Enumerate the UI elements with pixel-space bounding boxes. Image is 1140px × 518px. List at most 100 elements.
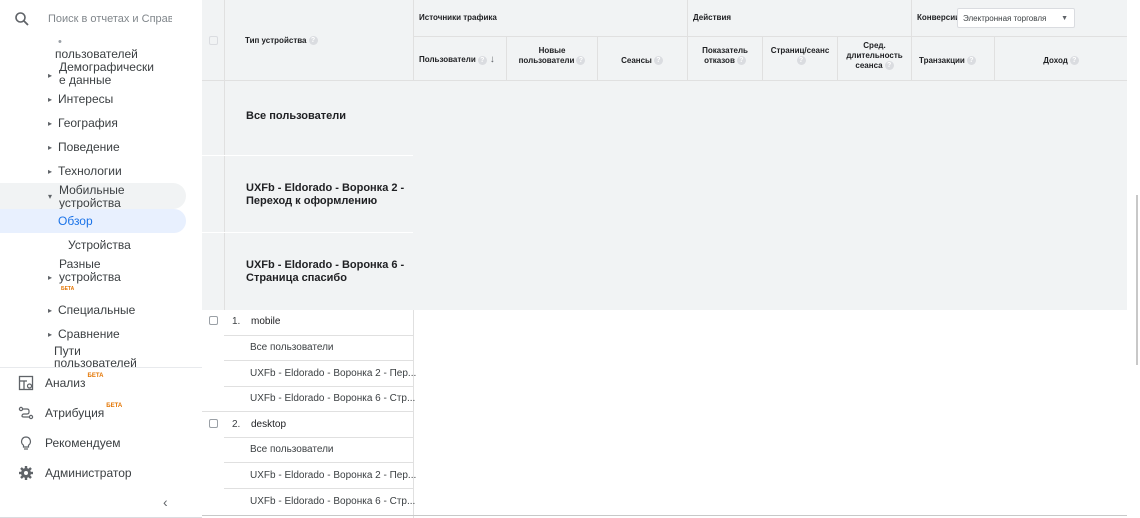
help-icon[interactable]: ? <box>576 56 586 66</box>
nav-analysis-label: Анализ <box>45 376 86 390</box>
divider <box>224 386 413 387</box>
sidebar-item-benchmarking[interactable]: ▸ Сравнение <box>0 325 186 343</box>
help-icon[interactable]: ? <box>308 36 318 46</box>
sidebar-item-geo[interactable]: ▸ География <box>0 114 186 132</box>
col-new-users[interactable]: Новые пользователи? <box>507 46 597 66</box>
col-revenue[interactable]: Доход? <box>995 56 1127 66</box>
row-checkbox[interactable] <box>209 419 218 428</box>
sidebar-item-demographics[interactable]: ▸ Демографически е данные <box>0 60 186 88</box>
help-icon[interactable]: ? <box>736 56 746 66</box>
divider <box>413 36 1127 37</box>
row-segment-label: UXFb - Eldorado - Воронка 6 - Стр... <box>250 496 416 507</box>
nav-recommendations[interactable]: Рекомендуем <box>0 427 202 457</box>
search-icon[interactable] <box>14 11 30 27</box>
sidebar-item-interests[interactable]: ▸ Интересы <box>0 90 186 108</box>
dimension-header[interactable]: Тип устройства? <box>245 36 318 46</box>
divider <box>202 155 413 156</box>
row-segment-label: UXFb - Eldorado - Воронка 2 - Пер... <box>250 470 417 481</box>
search-bar[interactable]: Поиск в отчетах и Справке <box>0 0 202 38</box>
conversion-select[interactable]: Электронная торговля ▼ <box>957 8 1075 28</box>
row-dimension-link[interactable]: desktop <box>251 419 286 430</box>
beta-badge: БЕТА <box>106 403 123 409</box>
row-checkbox[interactable] <box>209 316 218 325</box>
help-icon[interactable]: ? <box>796 56 806 66</box>
segment-all-users: Все пользователи <box>246 110 346 122</box>
lightbulb-icon <box>20 436 32 450</box>
sidebar: Поиск в отчетах и Справке • ˙ ˙ ˙ ˙ ˙ ˙ … <box>0 0 202 518</box>
divider <box>202 411 413 412</box>
divider <box>202 232 413 233</box>
col-sessions[interactable]: Сеансы? <box>598 56 686 66</box>
help-icon[interactable]: ? <box>653 56 663 66</box>
divider <box>687 0 688 80</box>
col-revenue-label: Доход <box>1043 56 1068 65</box>
divider <box>413 0 414 80</box>
beta-badge: БЕТА <box>61 286 75 292</box>
row-segment-label: Все пользователи <box>250 444 334 455</box>
caret-right-icon: ▸ <box>48 95 53 104</box>
col-avg-session[interactable]: Сред. длительность сеанса? <box>838 41 911 71</box>
page-scrollbar-thumb[interactable] <box>1136 195 1138 365</box>
nav-recommendations-label: Рекомендуем <box>45 436 121 450</box>
search-input[interactable]: Поиск в отчетах и Справке <box>48 13 172 25</box>
nav-attribution[interactable]: Атрибуция БЕТА <box>0 397 202 427</box>
col-pages-per-session[interactable]: Страниц/сеанс? <box>763 46 837 66</box>
data-table: Тип устройства? Источники трафика Действ… <box>202 0 1127 518</box>
divider <box>224 335 413 336</box>
chart-area-bg <box>413 80 1127 310</box>
sort-desc-icon[interactable]: ↓ <box>490 54 495 65</box>
nav-admin[interactable]: Администратор <box>0 457 202 487</box>
col-new-users-label: пользователи <box>518 56 575 65</box>
divider <box>911 0 912 80</box>
sidebar-item-custom[interactable]: ▸ Специальные <box>0 301 186 319</box>
row-segment-label: UXFb - Eldorado - Воронка 2 - Пер... <box>250 368 417 379</box>
caret-right-icon: ▸ <box>48 330 53 339</box>
segment-funnel-6: UXFb - Eldorado - Воронка 6 - Страница с… <box>246 259 405 284</box>
page-scrollbar[interactable] <box>1127 0 1140 518</box>
caret-right-icon: ▸ <box>48 119 53 128</box>
row-segment-label: Все пользователи <box>250 342 334 353</box>
group-conversions: Конверсии <box>917 13 961 22</box>
help-icon[interactable]: ? <box>477 55 487 65</box>
nav-admin-label: Администратор <box>45 466 132 480</box>
divider <box>224 360 413 361</box>
group-traffic: Источники трафика <box>419 13 497 22</box>
sidebar-item-devices[interactable]: Устройства <box>0 236 186 254</box>
select-all-checkbox[interactable] <box>209 36 218 45</box>
caret-right-icon: ▸ <box>48 167 53 176</box>
col-users[interactable]: Пользователи? ↓ <box>419 55 495 65</box>
sidebar-item-behavior[interactable]: ▸ Поведение <box>0 138 186 156</box>
collapse-sidebar-icon[interactable]: ‹ <box>163 494 168 510</box>
group-actions: Действия <box>693 13 732 22</box>
sidebar-item-mobile[interactable]: ▾ Мобильные устройства <box>0 183 186 210</box>
row-dimension-link[interactable]: mobile <box>251 316 280 327</box>
caret-right-icon: ▸ <box>48 306 53 315</box>
beta-badge: БЕТА <box>87 373 104 379</box>
nav-attribution-label: Атрибуция <box>45 406 105 420</box>
help-icon[interactable]: ? <box>1069 56 1079 66</box>
report-nav: • ˙ ˙ ˙ ˙ ˙ ˙ пользователей ▸ Демографич… <box>0 38 202 368</box>
row-segment-label: UXFb - Eldorado - Воронка 6 - Стр... <box>250 393 416 404</box>
col-users-label: Пользователи <box>419 55 476 65</box>
sidebar-item-cross-device[interactable]: ▸ Разные устройства БЕТА <box>0 257 186 293</box>
sidebar-item-users-flow[interactable]: Пути пользователей <box>0 344 186 368</box>
row-index: 1. <box>232 316 241 327</box>
divider <box>413 310 414 518</box>
help-icon[interactable]: ? <box>966 56 976 66</box>
col-transactions-label: Транзакции <box>919 56 965 65</box>
analysis-icon <box>18 375 34 391</box>
sidebar-item-users-cont[interactable]: пользователей <box>0 48 186 60</box>
col-pages-label: Страниц/сеанс <box>770 46 830 55</box>
nav-analysis[interactable]: Анализ БЕТА <box>0 367 202 397</box>
col-transactions[interactable]: Транзакции? <box>919 56 976 66</box>
table-bottom-line <box>202 515 1127 516</box>
caret-right-icon: ▸ <box>48 273 53 282</box>
caret-right-icon: ▸ <box>48 71 53 80</box>
help-icon[interactable]: ? <box>884 61 894 71</box>
attribution-icon <box>18 406 34 420</box>
segment-funnel-2: UXFb - Eldorado - Воронка 2 - Переход к … <box>246 182 405 207</box>
col-bounce-rate[interactable]: Показатель отказов? <box>688 46 762 66</box>
sidebar-item-technology[interactable]: ▸ Технологии <box>0 162 186 180</box>
conversion-select-value: Электронная торговля <box>963 14 1047 23</box>
sidebar-item-overview[interactable]: Обзор <box>0 209 186 233</box>
